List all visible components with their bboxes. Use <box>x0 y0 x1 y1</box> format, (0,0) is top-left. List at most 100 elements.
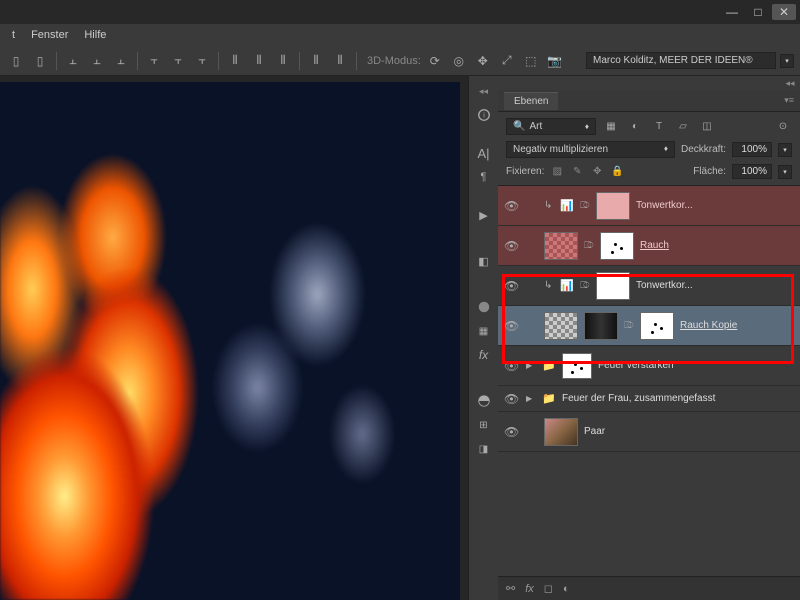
distribute-icon[interactable]: ⦀ <box>249 51 269 71</box>
layer-name[interactable]: Feuer der Frau, zusammengefasst <box>562 393 715 404</box>
3d-slide-icon[interactable]: ⤢ <box>497 51 517 71</box>
layer-row[interactable]: 👁 ▶ 📁 Feuer verstärken <box>498 346 800 386</box>
layer-mask-thumb[interactable] <box>600 232 634 260</box>
close-button[interactable]: ✕ <box>772 4 796 20</box>
3d-roll-icon[interactable]: ◎ <box>449 51 469 71</box>
lock-position-icon[interactable]: ✥ <box>590 165 604 179</box>
layer-row[interactable]: 👁 ↳ 📊 ⎄ Tonwertkor... <box>498 266 800 306</box>
3d-pan-icon[interactable]: ✥ <box>473 51 493 71</box>
lock-pixels-icon[interactable]: ✎ <box>570 165 584 179</box>
layer-name[interactable]: Paar <box>584 426 605 437</box>
align-bottom-icon[interactable]: ⫟ <box>192 51 212 71</box>
3d-scale-icon[interactable]: ⬚ <box>521 51 541 71</box>
filter-adjust-icon[interactable]: ◐ <box>626 119 644 135</box>
character-panel-icon[interactable]: A| <box>471 142 497 164</box>
visibility-eye-icon[interactable]: 👁 <box>504 239 520 253</box>
layer-name[interactable]: Tonwertkor... <box>636 280 693 291</box>
3d-orbit-icon[interactable]: ⟳ <box>425 51 445 71</box>
align-left-icon[interactable]: ⫠ <box>63 51 83 71</box>
history-panel-icon[interactable]: i <box>471 104 497 126</box>
color-panel-icon[interactable] <box>471 296 497 318</box>
layer-mask-thumb[interactable] <box>562 353 592 379</box>
paragraph-panel-icon[interactable]: ¶ <box>471 166 497 188</box>
layer-row[interactable]: 👁 ⎄ Rauch Kopie <box>498 306 800 346</box>
group-expand-icon[interactable]: ▶ <box>526 361 536 370</box>
adjustments-panel-icon[interactable] <box>471 390 497 412</box>
layer-thumb[interactable] <box>584 312 618 340</box>
align-right-icon[interactable]: ⫠ <box>111 51 131 71</box>
workspace-dropdown[interactable]: Marco Kolditz, MEER DER IDEEN® <box>586 52 776 69</box>
filter-shape-icon[interactable]: ▱ <box>674 119 692 135</box>
layer-name[interactable]: Rauch <box>640 240 669 251</box>
divider <box>137 52 138 70</box>
opacity-input[interactable]: 100% <box>732 142 772 157</box>
layer-filter-kind[interactable]: 🔍 Art ♦ <box>506 118 596 135</box>
fill-arrow[interactable]: ▾ <box>778 165 792 179</box>
visibility-eye-icon[interactable]: 👁 <box>504 392 520 406</box>
layer-row[interactable]: 👁 ⎄ Rauch <box>498 226 800 266</box>
visibility-eye-icon[interactable]: 👁 <box>504 425 520 439</box>
lock-all-icon[interactable]: 🔒 <box>610 165 624 179</box>
layer-name[interactable]: Feuer verstärken <box>598 360 674 371</box>
layer-row[interactable]: 👁 ↳ 📊 ⎄ Tonwertkor... <box>498 186 800 226</box>
3d-camera-icon[interactable]: 📷 <box>545 51 565 71</box>
distribute-icon[interactable]: ⦀ <box>330 51 350 71</box>
align-icon[interactable]: ▯ <box>30 51 50 71</box>
menu-fenster[interactable]: Fenster <box>23 27 76 43</box>
workspace-arrow[interactable]: ▾ <box>780 54 794 68</box>
distribute-icon[interactable]: ⦀ <box>306 51 326 71</box>
layer-fx-icon[interactable]: fx <box>525 583 534 595</box>
add-adjustment-icon[interactable]: ◐ <box>563 583 570 595</box>
opacity-arrow[interactable]: ▾ <box>778 143 792 157</box>
align-top-icon[interactable]: ⫟ <box>144 51 164 71</box>
add-mask-icon[interactable]: ◻ <box>544 582 553 595</box>
menu-item[interactable]: t <box>4 27 23 43</box>
layer-mask-thumb[interactable] <box>596 192 630 220</box>
layer-thumb[interactable] <box>544 232 578 260</box>
layers-panel-icon[interactable]: ◨ <box>471 438 497 460</box>
layer-name[interactable]: Rauch Kopie <box>680 320 737 331</box>
styles-panel-icon[interactable]: fx <box>471 344 497 366</box>
minimize-button[interactable]: — <box>720 4 744 20</box>
layer-row[interactable]: 👁 ▶ 📁 Feuer der Frau, zusammengefasst <box>498 386 800 412</box>
align-center-icon[interactable]: ⫠ <box>87 51 107 71</box>
layer-mask-thumb[interactable] <box>640 312 674 340</box>
group-expand-icon[interactable]: ▶ <box>526 394 536 403</box>
visibility-eye-icon[interactable]: 👁 <box>504 359 520 373</box>
navigator-panel-icon[interactable]: ◧ <box>471 250 497 272</box>
panel-tab-ebenen[interactable]: Ebenen <box>504 92 558 110</box>
layer-row[interactable]: 👁 Paar <box>498 412 800 452</box>
visibility-eye-icon[interactable]: 👁 <box>504 199 520 213</box>
panel-menu-icon[interactable]: ▾≡ <box>784 95 794 106</box>
distribute-icon[interactable]: ⦀ <box>225 51 245 71</box>
layer-thumb[interactable] <box>544 312 578 340</box>
distribute-icon[interactable]: ⦀ <box>273 51 293 71</box>
properties-panel-icon[interactable]: ⊞ <box>471 414 497 436</box>
link-icon: ⎄ <box>624 320 634 331</box>
folder-icon: 📁 <box>542 392 556 405</box>
align-middle-icon[interactable]: ⫟ <box>168 51 188 71</box>
layer-thumb[interactable] <box>544 418 578 446</box>
swatches-panel-icon[interactable]: ▦ <box>471 320 497 342</box>
filter-pixel-icon[interactable]: ▦ <box>602 119 620 135</box>
lock-transparency-icon[interactable]: ▨ <box>550 165 564 179</box>
menu-hilfe[interactable]: Hilfe <box>76 27 114 43</box>
fill-input[interactable]: 100% <box>732 164 772 179</box>
filter-toggle-icon[interactable]: ⊙ <box>774 119 792 135</box>
collapse-arrow-icon[interactable]: ◂◂ <box>471 80 497 102</box>
layer-name[interactable]: Tonwertkor... <box>636 200 693 211</box>
blend-mode-dropdown[interactable]: Negativ multiplizieren ♦ <box>506 141 675 158</box>
filter-type-icon[interactable]: T <box>650 119 668 135</box>
document-canvas[interactable] <box>0 82 460 600</box>
window-titlebar: — □ ✕ <box>0 0 800 24</box>
layer-mask-thumb[interactable] <box>596 272 630 300</box>
collapse-arrow-icon[interactable]: ◂◂ <box>780 76 800 90</box>
filter-smart-icon[interactable]: ◫ <box>698 119 716 135</box>
visibility-eye-icon[interactable]: 👁 <box>504 279 520 293</box>
link-layers-icon[interactable]: ⚯ <box>506 582 515 595</box>
maximize-button[interactable]: □ <box>746 4 770 20</box>
visibility-eye-icon[interactable]: 👁 <box>504 319 520 333</box>
play-panel-icon[interactable]: ▶ <box>471 204 497 226</box>
folder-icon: 📁 <box>542 359 556 372</box>
align-icon[interactable]: ▯ <box>6 51 26 71</box>
